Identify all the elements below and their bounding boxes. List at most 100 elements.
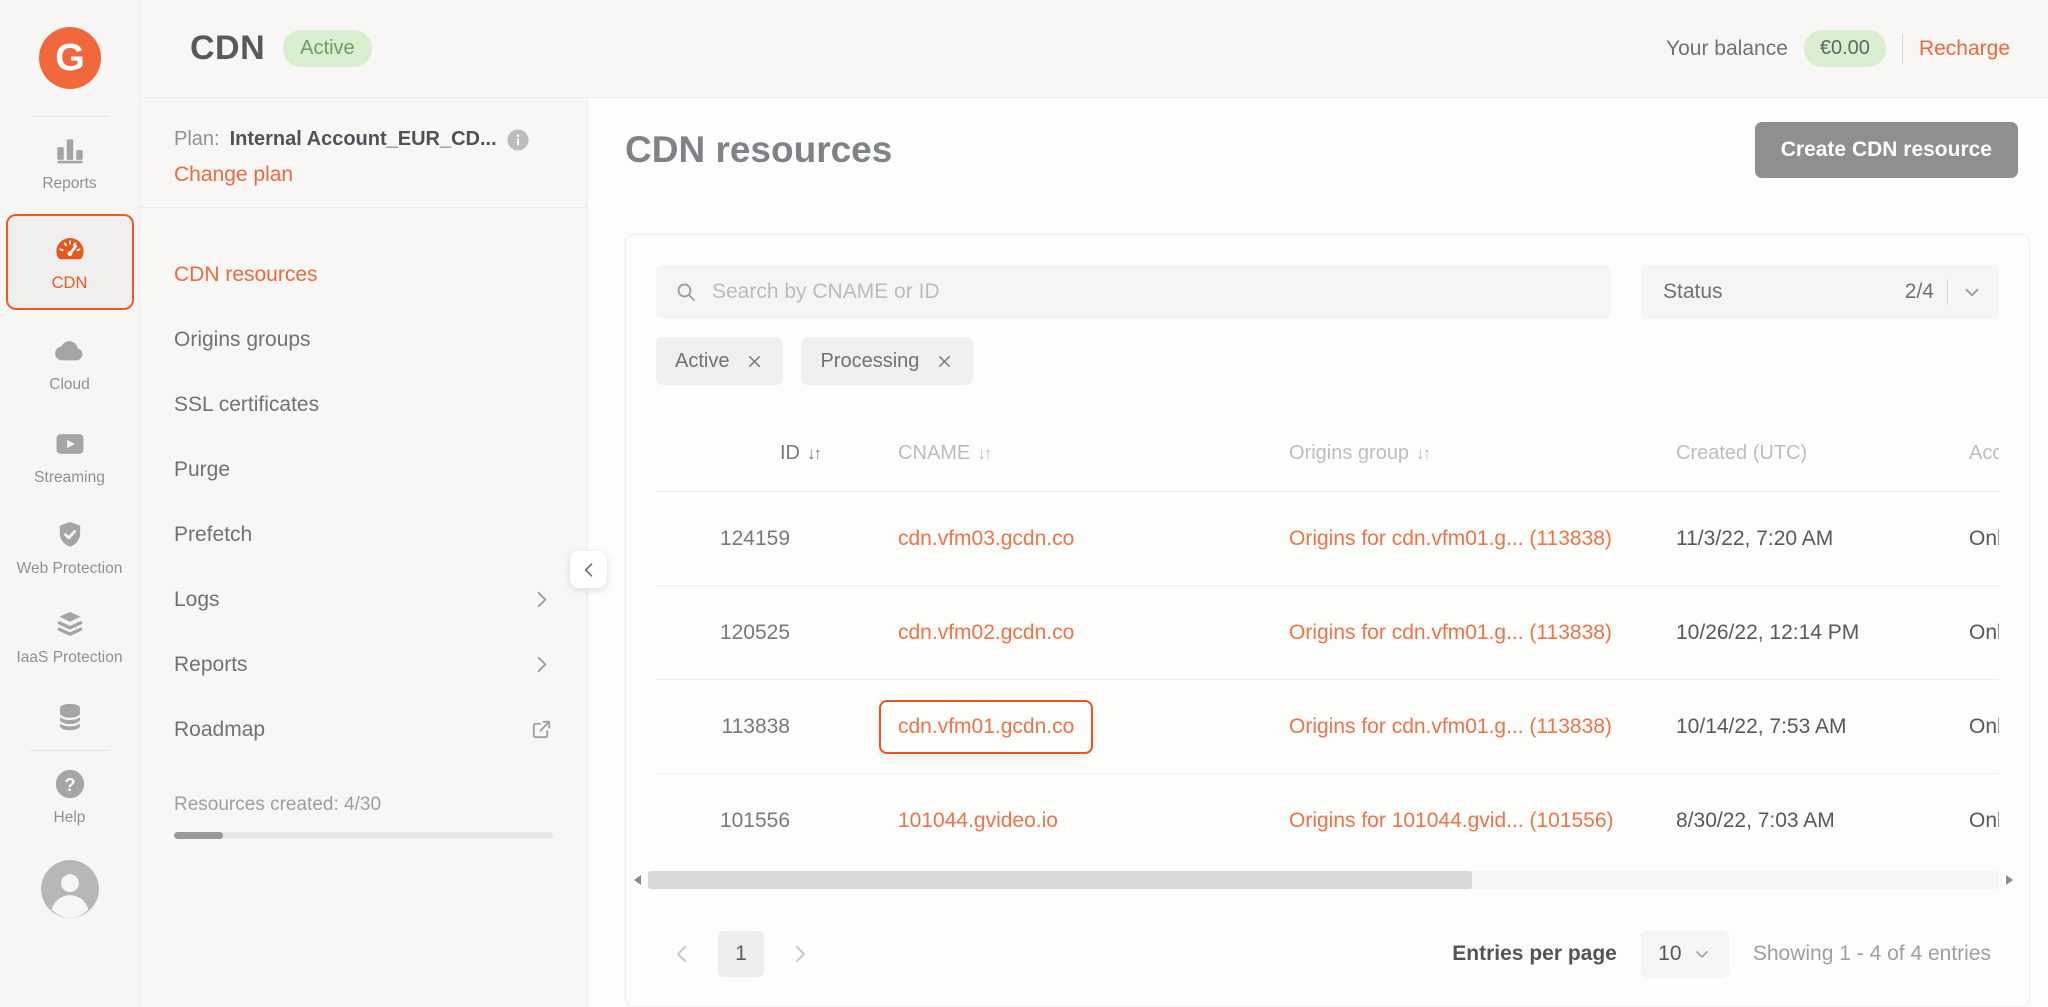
column-header-cname[interactable]: CNAME↓↑	[898, 442, 1289, 465]
info-icon[interactable]	[507, 129, 529, 151]
rail-item-iaas-protection[interactable]: IaaS Protection	[6, 599, 134, 676]
rail-divider	[30, 750, 110, 751]
rail-item-streaming[interactable]: Streaming	[6, 419, 134, 496]
recharge-link[interactable]: Recharge	[1919, 37, 2010, 61]
cname-link[interactable]: cdn.vfm03.gcdn.co	[898, 527, 1074, 550]
close-icon[interactable]	[935, 352, 954, 371]
sidebar-collapse-button[interactable]	[570, 551, 607, 588]
search-input[interactable]	[712, 280, 1593, 304]
plan-value: Internal Account_EUR_CD...	[230, 128, 497, 151]
sidebar-item-reports[interactable]: Reports	[140, 632, 587, 697]
rail-item-help[interactable]: ? Help	[6, 759, 134, 836]
sidebar-item-prefetch[interactable]: Prefetch	[140, 502, 587, 567]
sidebar-item-ssl-certificates[interactable]: SSL certificates	[140, 372, 587, 437]
column-header-id[interactable]: ID↓↑	[656, 442, 898, 465]
plan-section: Plan: Internal Account_EUR_CD... Change …	[140, 98, 587, 208]
search-box	[656, 265, 1611, 319]
cell-acceleration: Only sta	[1969, 715, 1999, 739]
change-plan-link[interactable]: Change plan	[174, 163, 293, 187]
chevron-right-icon	[530, 653, 553, 676]
pagination-bar: 1 Entries per page 10	[656, 930, 1999, 978]
active-filter-chips: Active Processing	[656, 337, 1999, 385]
close-icon[interactable]	[745, 352, 764, 371]
cell-created: 11/3/22, 7:20 AM	[1676, 527, 1969, 551]
chip-label: Processing	[820, 350, 919, 373]
resources-table: ID↓↑ CNAME↓↑ Origins group↓↑ Created (UT…	[656, 415, 1999, 868]
gcore-logo-icon: G	[38, 26, 102, 90]
rail-item-cloud[interactable]: Cloud	[6, 326, 134, 403]
status-filter-count: 2/4	[1905, 280, 1934, 304]
scroll-left-arrow-icon[interactable]	[634, 875, 641, 885]
column-header-origins-group[interactable]: Origins group↓↑	[1289, 442, 1676, 465]
gcore-logo[interactable]: G	[38, 26, 102, 90]
main-content: CDN resources Create CDN resource	[588, 98, 2048, 1007]
sidebar-item-logs[interactable]: Logs	[140, 567, 587, 632]
chevron-left-icon	[579, 560, 599, 580]
scrollbar-track[interactable]	[648, 871, 1999, 889]
vertical-divider	[1947, 279, 1948, 305]
horizontal-scrollbar	[634, 870, 2013, 890]
scroll-right-arrow-icon[interactable]	[2006, 875, 2013, 885]
sidebar-item-roadmap[interactable]: Roadmap	[140, 697, 587, 762]
resources-progress-fill	[174, 832, 223, 839]
next-page-icon[interactable]	[788, 942, 812, 966]
table-row: 124159 cdn.vfm03.gcdn.co Origins for cdn…	[656, 492, 1999, 586]
balance-label: Your balance	[1666, 37, 1788, 61]
user-avatar[interactable]	[41, 860, 99, 918]
cname-link[interactable]: cdn.vfm01.gcdn.co	[898, 715, 1074, 738]
cell-created: 8/30/22, 7:03 AM	[1676, 809, 1969, 833]
cell-acceleration: Only sta	[1969, 621, 1999, 645]
database-icon	[53, 700, 87, 734]
rail-item-reports[interactable]: Reports	[6, 125, 134, 202]
resources-quota: Resources created: 4/30	[140, 774, 587, 839]
bar-chart-icon	[53, 133, 87, 167]
origins-group-link[interactable]: Origins for cdn.vfm01.g... (113838)	[1289, 621, 1612, 644]
filter-chip-active[interactable]: Active	[656, 337, 783, 385]
cell-created: 10/26/22, 12:14 PM	[1676, 621, 1969, 645]
sort-icon[interactable]: ↓↑	[807, 444, 820, 463]
resources-created-label: Resources created: 4/30	[174, 794, 553, 816]
topbar-title-group: CDN Active	[140, 29, 588, 68]
sidebar-item-label: Logs	[174, 588, 220, 612]
column-header-acceleration: Accelera	[1969, 442, 1999, 465]
icon-rail: G Reports CDN	[0, 0, 140, 1007]
create-cdn-resource-button[interactable]: Create CDN resource	[1755, 122, 2018, 178]
scrollbar-thumb[interactable]	[648, 871, 1472, 889]
page-title: CDN	[190, 29, 265, 68]
sidebar-item-purge[interactable]: Purge	[140, 437, 587, 502]
sidebar-item-label: Prefetch	[174, 523, 252, 547]
rail-item-label: Streaming	[34, 468, 105, 488]
layers-icon	[53, 607, 87, 641]
sort-icon[interactable]: ↓↑	[1416, 444, 1429, 463]
previous-page-icon[interactable]	[670, 942, 694, 966]
rail-item-label: Web Protection	[17, 559, 123, 579]
chevron-down-icon	[1961, 281, 1983, 303]
rail-item-cdn[interactable]: CDN	[6, 214, 134, 309]
page-number-button[interactable]: 1	[718, 931, 764, 977]
chevron-right-icon	[530, 588, 553, 611]
play-icon	[53, 427, 87, 461]
external-link-icon	[530, 718, 553, 741]
app-window: G Reports CDN	[0, 0, 2048, 1007]
cell-id: 120525	[656, 621, 898, 645]
cname-link[interactable]: 101044.gvideo.io	[898, 809, 1058, 832]
sidebar-item-cdn-resources[interactable]: CDN resources	[140, 242, 587, 307]
origins-group-link[interactable]: Origins for cdn.vfm01.g... (113838)	[1289, 715, 1612, 738]
sort-icon[interactable]: ↓↑	[977, 444, 990, 463]
table-header-row: ID↓↑ CNAME↓↑ Origins group↓↑ Created (UT…	[656, 415, 1999, 492]
filter-chip-processing[interactable]: Processing	[801, 337, 973, 385]
status-filter-dropdown[interactable]: Status 2/4	[1641, 265, 1999, 319]
cell-acceleration: Only sta	[1969, 527, 1999, 551]
origins-group-link[interactable]: Origins for 101044.gvid... (101556)	[1289, 809, 1614, 832]
balance-value-badge: €0.00	[1804, 30, 1886, 67]
table-row: 101556 101044.gvideo.io Origins for 1010…	[656, 774, 1999, 868]
column-header-created: Created (UTC)	[1676, 442, 1969, 465]
origins-group-link[interactable]: Origins for cdn.vfm01.g... (113838)	[1289, 527, 1612, 550]
rail-item-web-protection[interactable]: Web Protection	[6, 510, 134, 587]
entries-per-page-dropdown[interactable]: 10	[1641, 930, 1729, 978]
rail-item-label: CDN	[52, 273, 88, 294]
cname-link[interactable]: cdn.vfm02.gcdn.co	[898, 621, 1074, 644]
rail-item-database[interactable]	[6, 692, 134, 742]
sidebar-item-origins-groups[interactable]: Origins groups	[140, 307, 587, 372]
resources-progress-track	[174, 832, 553, 839]
